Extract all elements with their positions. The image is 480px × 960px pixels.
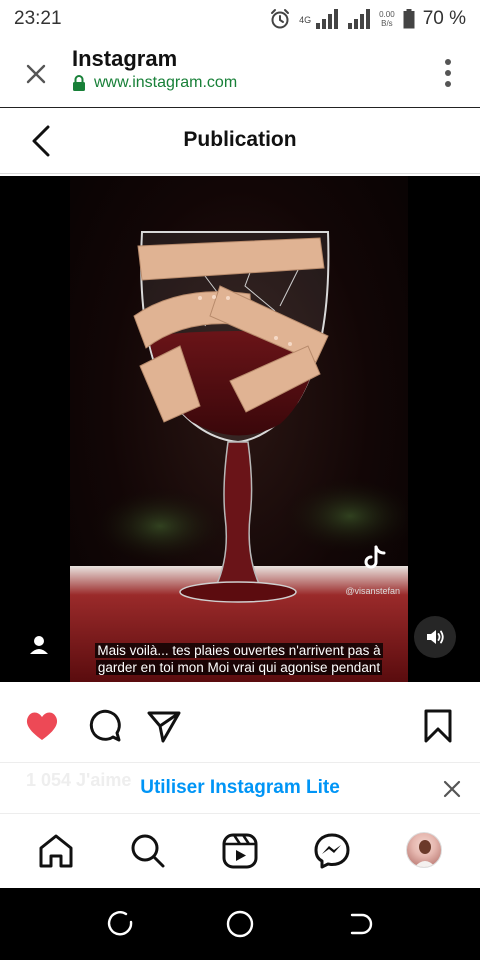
tiktok-icon — [364, 545, 386, 569]
profile-avatar[interactable] — [406, 832, 442, 868]
battery-level: 70 % — [422, 8, 466, 29]
back-icon[interactable] — [344, 908, 376, 940]
bookmark-icon[interactable] — [420, 708, 456, 744]
sound-on-icon — [427, 630, 444, 644]
sound-button[interactable] — [414, 616, 456, 658]
search-icon[interactable] — [129, 832, 167, 870]
caption-line-2: garder en toi mon Moi vrai qui agonise p… — [95, 660, 383, 675]
close-icon[interactable] — [442, 779, 462, 799]
avatar-image — [414, 840, 436, 867]
data-speed: 0.00 B/s — [379, 10, 395, 28]
messenger-icon[interactable] — [313, 832, 351, 870]
comment-icon[interactable] — [86, 708, 122, 744]
speed-unit: B/s — [381, 19, 393, 28]
more-vertical-icon[interactable] — [444, 58, 452, 88]
bottom-nav — [0, 814, 480, 888]
watermark-handle: @visanstefan — [345, 586, 400, 596]
post-media[interactable]: @visanstefan Mais voilà... tes plaies ou… — [0, 176, 480, 682]
post-actions — [0, 682, 480, 762]
instagram-lite-banner: Utiliser Instagram Lite — [0, 762, 480, 814]
page-title: Publication — [183, 128, 297, 151]
home-circle-icon[interactable] — [224, 908, 256, 940]
reels-icon[interactable] — [221, 832, 259, 870]
system-nav-bar — [0, 888, 480, 960]
share-icon[interactable] — [146, 708, 182, 744]
browser-site-title: Instagram — [72, 46, 178, 71]
user-tag-icon[interactable] — [26, 632, 52, 658]
recents-icon[interactable] — [104, 908, 136, 940]
network-type: 4G — [299, 15, 312, 25]
video-frame[interactable]: @visanstefan Mais voilà... tes plaies ou… — [70, 176, 408, 682]
publication-header: Publication — [0, 108, 480, 174]
speed-value: 0.00 — [379, 10, 395, 19]
signal-icon — [316, 9, 339, 29]
caption-line-1: Mais voilà... tes plaies ouvertes n'arri… — [95, 643, 383, 658]
wine-glass-image — [70, 231, 408, 682]
browser-bar: Instagram www.instagram.com — [0, 38, 480, 108]
signal-icon-2 — [348, 9, 371, 29]
browser-url: www.instagram.com — [94, 74, 238, 91]
video-caption: Mais voilà... tes plaies ouvertes n'arri… — [80, 642, 398, 676]
use-instagram-lite-button[interactable]: Utiliser Instagram Lite — [0, 777, 480, 799]
browser-url-row: www.instagram.com — [72, 74, 237, 92]
battery-icon — [403, 9, 415, 29]
status-icons: 4G 0.00 B/s 70 % — [269, 8, 466, 30]
alarm-icon — [271, 9, 290, 29]
close-icon[interactable] — [22, 60, 50, 88]
status-time: 23:21 — [14, 8, 62, 29]
lock-icon — [73, 75, 85, 91]
status-bar: 23:21 4G 0.00 B/s 70 % — [0, 0, 480, 38]
heart-filled-icon[interactable] — [24, 708, 60, 744]
home-icon[interactable] — [37, 832, 75, 870]
